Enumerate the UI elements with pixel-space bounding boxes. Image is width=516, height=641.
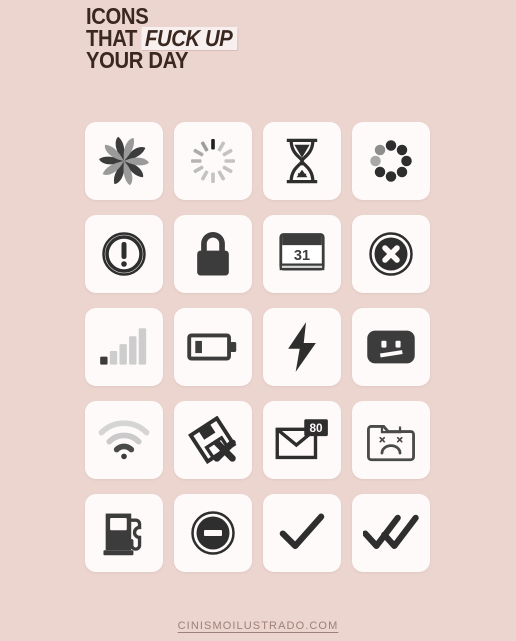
title-line-3: YOUR DAY [86,47,189,73]
icon-card-beachball-spinner[interactable] [85,122,163,200]
sad-folder-icon [365,418,417,462]
mail-unread-count: 80 [310,421,324,435]
icon-card-dot-spinner[interactable] [352,122,430,200]
weak-wifi-icon [98,419,150,461]
icon-card-sad-screen[interactable] [352,308,430,386]
icon-card-spoke-spinner[interactable] [174,122,252,200]
fuel-pump-icon [101,508,147,558]
title-line-1: ICONS [86,3,149,29]
footer-website-link[interactable]: CINISMOILUSTRADO.COM [178,620,339,632]
sad-screen-icon [365,327,417,367]
icon-grid: 31 80 [85,122,430,572]
check-single-icon [278,511,326,555]
poster-title: ICONS THAT FUCK UP YOUR DAY [86,3,386,73]
no-entry-icon [188,508,238,558]
x-circle-icon [366,229,416,279]
icon-card-x-circle[interactable] [352,215,430,293]
check-double-icon [363,511,419,555]
icon-card-no-entry[interactable] [174,494,252,572]
icon-card-weak-wifi[interactable] [85,401,163,479]
icon-card-hourglass[interactable] [263,122,341,200]
icon-card-exclamation-circle[interactable] [85,215,163,293]
icon-card-envelope-badge[interactable]: 80 [263,401,341,479]
signal-bars-icon [99,326,149,368]
icon-card-low-battery[interactable] [174,308,252,386]
lightning-bolt-icon [285,321,319,373]
icon-card-lightning-bolt[interactable] [263,308,341,386]
calendar-icon: 31 [278,231,326,277]
broken-save-icon [188,416,238,464]
icon-card-check-double[interactable] [352,494,430,572]
calendar-day-number: 31 [294,248,310,264]
spoke-spinner-icon [188,136,238,186]
padlock-icon [191,228,235,280]
footer: CINISMOILUSTRADO.COM [0,616,516,634]
icon-card-calendar[interactable]: 31 [263,215,341,293]
icon-card-fuel-pump[interactable] [85,494,163,572]
title-line-2-prefix: THAT [86,25,138,51]
icon-card-check-single[interactable] [263,494,341,572]
hourglass-icon [279,136,325,186]
icon-card-broken-save[interactable] [174,401,252,479]
icon-card-sad-folder[interactable] [352,401,430,479]
icon-card-padlock[interactable] [174,215,252,293]
low-battery-icon [187,330,239,364]
envelope-badge-icon: 80 [275,418,329,462]
icon-card-signal-bars[interactable] [85,308,163,386]
beachball-spinner-icon [98,135,150,187]
exclamation-circle-icon [99,229,149,279]
dot-spinner-icon [366,136,416,186]
